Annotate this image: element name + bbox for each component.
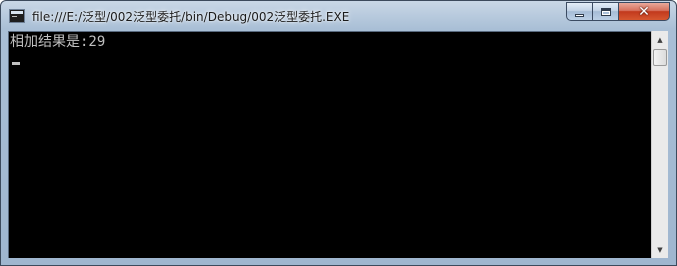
scroll-up-arrow-icon[interactable]: ▲	[652, 31, 668, 48]
scrollbar-thumb[interactable]	[653, 49, 667, 66]
maximize-icon	[600, 7, 611, 16]
console-output-line: 相加结果是:29	[10, 34, 106, 50]
maximize-button[interactable]	[592, 2, 619, 21]
console-window: file:///E:/泛型/002泛型委托/bin/Debug/002泛型委托.…	[0, 0, 677, 266]
console-app-icon[interactable]	[9, 9, 25, 23]
close-icon: ✕	[638, 3, 650, 20]
text-cursor	[12, 62, 20, 65]
vertical-scrollbar[interactable]: ▲ ▼	[651, 31, 668, 258]
minimize-button[interactable]	[566, 2, 593, 21]
scroll-down-arrow-icon[interactable]: ▼	[652, 241, 668, 258]
title-bar[interactable]: file:///E:/泛型/002泛型委托/bin/Debug/002泛型委托.…	[1, 1, 676, 31]
close-button[interactable]: ✕	[618, 2, 670, 21]
minimize-icon	[575, 13, 584, 17]
window-title: file:///E:/泛型/002泛型委托/bin/Debug/002泛型委托.…	[32, 10, 350, 24]
console-output-area[interactable]: 相加结果是:29	[8, 31, 651, 258]
